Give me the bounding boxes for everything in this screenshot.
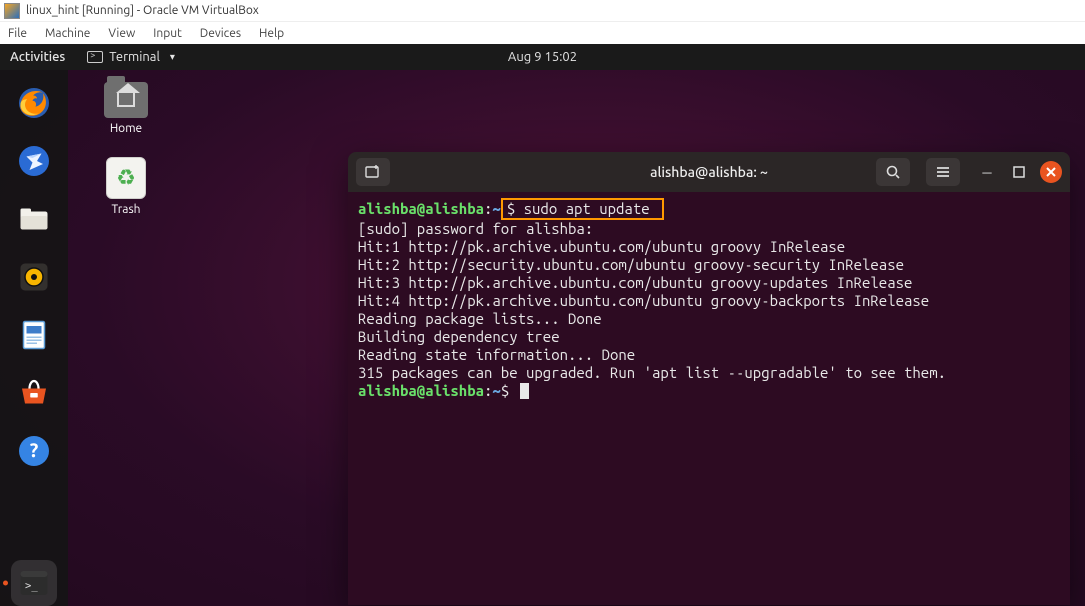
chevron-down-icon: ▾ bbox=[170, 51, 175, 63]
host-window-title: linux_hint [Running] - Oracle VM Virtual… bbox=[26, 4, 259, 17]
terminal-window: alishba@alishba: ~ ─ bbox=[348, 152, 1070, 605]
appmenu-terminal[interactable]: Terminal ▾ bbox=[87, 50, 175, 64]
terminal-body[interactable]: alishba@alishba:~$ sudo apt update [sudo… bbox=[348, 192, 1070, 605]
ps1-symbol: $ bbox=[501, 382, 509, 399]
desktop-trash-label: Trash bbox=[111, 203, 140, 216]
dock-firefox-icon[interactable] bbox=[11, 80, 57, 126]
term-line: Hit:1 http://pk.archive.ubuntu.com/ubunt… bbox=[358, 238, 845, 255]
ps1-path: ~ bbox=[492, 382, 500, 399]
desktop-home-label: Home bbox=[110, 122, 142, 135]
new-tab-button[interactable] bbox=[356, 158, 390, 186]
term-line: [sudo] password for alishba: bbox=[358, 220, 593, 237]
dock-ubuntu-software-icon[interactable] bbox=[11, 370, 57, 416]
terminal-titlebar[interactable]: alishba@alishba: ~ ─ bbox=[348, 152, 1070, 192]
term-line: Building dependency tree bbox=[358, 328, 560, 345]
svg-text:>_: >_ bbox=[25, 580, 38, 592]
term-line: Reading package lists... Done bbox=[358, 310, 602, 327]
host-menu-devices[interactable]: Devices bbox=[200, 27, 241, 40]
gnome-topbar: Activities Terminal ▾ Aug 9 15:02 bbox=[0, 44, 1085, 70]
term-line: Hit:4 http://pk.archive.ubuntu.com/ubunt… bbox=[358, 292, 929, 309]
dock-help-icon[interactable]: ? bbox=[11, 428, 57, 474]
ps1-symbol: $ bbox=[507, 200, 515, 217]
command-text: sudo apt update bbox=[515, 200, 658, 217]
activities-button[interactable]: Activities bbox=[10, 50, 65, 64]
host-menubar: File Machine View Input Devices Help bbox=[0, 22, 1085, 44]
appmenu-label: Terminal bbox=[109, 50, 160, 64]
term-line: 315 packages can be upgraded. Run 'apt l… bbox=[358, 364, 946, 381]
term-line: Hit:3 http://pk.archive.ubuntu.com/ubunt… bbox=[358, 274, 912, 291]
maximize-button[interactable] bbox=[1008, 161, 1030, 183]
host-menu-view[interactable]: View bbox=[108, 27, 135, 40]
host-menu-help[interactable]: Help bbox=[259, 27, 284, 40]
term-line: Reading state information... Done bbox=[358, 346, 635, 363]
ps1-path: ~ bbox=[492, 200, 500, 217]
dock-rhythmbox-icon[interactable] bbox=[11, 254, 57, 300]
close-button[interactable] bbox=[1040, 161, 1062, 183]
dock: ? >_ bbox=[0, 70, 68, 606]
search-button[interactable] bbox=[876, 158, 910, 186]
virtualbox-icon bbox=[4, 3, 20, 19]
highlighted-command: $ sudo apt update bbox=[501, 198, 664, 220]
host-menu-machine[interactable]: Machine bbox=[45, 27, 90, 40]
home-icon bbox=[117, 93, 135, 107]
host-menu-input[interactable]: Input bbox=[153, 27, 182, 40]
host-menu-file[interactable]: File bbox=[8, 27, 27, 40]
dock-thunderbird-icon[interactable] bbox=[11, 138, 57, 184]
hamburger-menu-button[interactable] bbox=[926, 158, 960, 186]
minimize-button[interactable]: ─ bbox=[976, 161, 998, 183]
dock-files-icon[interactable] bbox=[11, 196, 57, 242]
text-cursor bbox=[520, 383, 529, 399]
desktop-home-folder[interactable]: Home bbox=[90, 82, 162, 135]
recycle-icon: ♻ bbox=[116, 165, 136, 191]
ps1-userhost: alishba@alishba bbox=[358, 382, 484, 399]
topbar-clock[interactable]: Aug 9 15:02 bbox=[508, 50, 577, 64]
term-line: Hit:2 http://security.ubuntu.com/ubuntu … bbox=[358, 256, 904, 273]
terminal-icon bbox=[87, 51, 103, 63]
terminal-title: alishba@alishba: ~ bbox=[650, 164, 768, 180]
ps1-userhost: alishba@alishba bbox=[358, 200, 484, 217]
dock-libreoffice-writer-icon[interactable] bbox=[11, 312, 57, 358]
host-window-titlebar[interactable]: linux_hint [Running] - Oracle VM Virtual… bbox=[0, 0, 1085, 22]
desktop-icons: Home ♻ Trash bbox=[90, 82, 162, 216]
dock-terminal-icon[interactable]: >_ bbox=[11, 560, 57, 606]
guest-display: Activities Terminal ▾ Aug 9 15:02 bbox=[0, 44, 1085, 606]
desktop-trash[interactable]: ♻ Trash bbox=[90, 157, 162, 216]
desktop: ? >_ Home ♻ Trash alishba@a bbox=[0, 70, 1085, 606]
svg-text:?: ? bbox=[30, 439, 39, 461]
